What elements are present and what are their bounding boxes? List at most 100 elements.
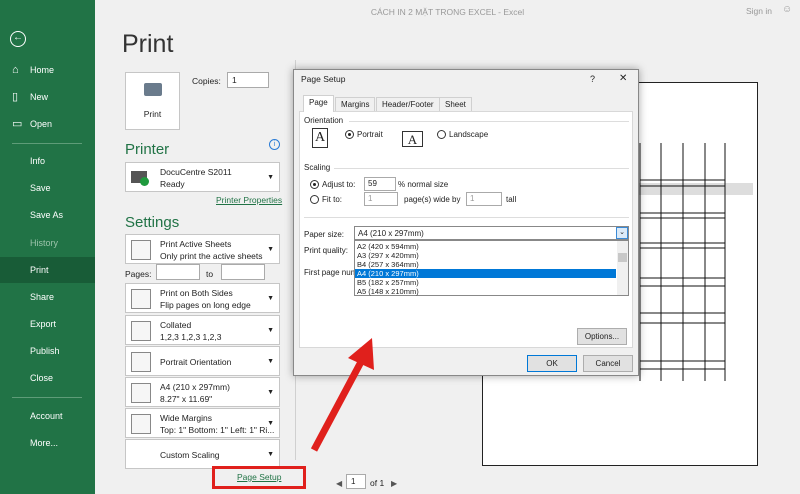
options-button[interactable]: Options...	[577, 328, 627, 345]
fit-wide-input[interactable]: 1	[364, 192, 398, 206]
collated-icon	[131, 321, 151, 341]
print-button[interactable]: Print	[125, 72, 180, 130]
printer-select[interactable]: DocuCentre S2011 Ready ▼	[125, 162, 280, 192]
next-page-icon[interactable]: ▶	[391, 479, 397, 488]
paper-size-select[interactable]: A4 (210 x 297mm) ⌄	[354, 226, 629, 240]
dropdown-title: Print Active Sheets	[160, 239, 232, 249]
back-arrow-icon[interactable]: ←	[10, 31, 26, 47]
dropdown-arrow-icon: ▼	[267, 327, 274, 334]
help-button[interactable]: ?	[590, 74, 595, 84]
copies-input[interactable]: 1	[227, 72, 269, 88]
pages-wide-label: page(s) wide by	[404, 195, 461, 204]
dropdown-subtitle: 1,2,3 1,2,3 1,2,3	[160, 332, 222, 342]
sidebar-item-new[interactable]: ▯ New	[0, 84, 95, 110]
sidebar-item-close[interactable]: Close	[0, 365, 95, 391]
sidebar-item-save[interactable]: Save	[0, 175, 95, 201]
paper-option[interactable]: B4 (257 x 364mm)	[355, 260, 616, 269]
dialog-title: Page Setup	[301, 74, 346, 84]
dropdown-subtitle: Only print the active sheets	[160, 251, 263, 261]
paper-size-select[interactable]: A4 (210 x 297mm) 8.27" x 11.69" ▼	[125, 377, 280, 407]
arrow-shaft	[310, 358, 366, 452]
adjust-to-label: Adjust to:	[322, 180, 356, 189]
printer-status: Ready	[160, 179, 185, 189]
sheets-icon	[131, 240, 151, 260]
backstage-sidebar: ← ⌂ Home ▯ New ▭ Open Info Save Save As His…	[0, 0, 95, 494]
scrollbar-thumb[interactable]	[618, 253, 627, 262]
pages-to-input[interactable]	[221, 264, 265, 280]
chevron-down-icon[interactable]: ⌄	[616, 227, 628, 239]
tab-margins[interactable]: Margins	[335, 97, 376, 111]
print-what-select[interactable]: Print Active Sheets Only print the active…	[125, 234, 280, 264]
landscape-icon: A	[402, 131, 423, 147]
sidebar-item-info[interactable]: Info	[0, 148, 95, 174]
tall-label: tall	[506, 195, 517, 204]
pages-from-input[interactable]	[156, 264, 200, 280]
sides-select[interactable]: Print on Both Sides Flip pages on long ed…	[125, 283, 280, 313]
sidebar-item-open[interactable]: ▭ Open	[0, 111, 95, 137]
sidebar-item-publish[interactable]: Publish	[0, 338, 95, 364]
tab-header-footer[interactable]: Header/Footer	[376, 97, 440, 111]
sidebar-item-more[interactable]: More...	[0, 430, 95, 456]
page-number-input[interactable]: 1	[346, 474, 366, 489]
paper-size-list[interactable]: A2 (420 x 594mm) A3 (297 x 420mm) B4 (25…	[354, 240, 629, 296]
orientation-select[interactable]: Portrait Orientation ▼	[125, 346, 280, 376]
sidebar-item-home[interactable]: ⌂ Home	[0, 57, 95, 83]
first-page-number-label: First page num	[304, 268, 358, 277]
dropdown-subtitle: Flip pages on long edge	[160, 300, 251, 310]
paper-option[interactable]: A5 (148 x 210mm)	[355, 287, 616, 296]
new-icon: ▯	[12, 91, 19, 103]
print-quality-label: Print quality:	[304, 246, 349, 255]
printer-heading: Printer	[125, 141, 170, 158]
printer-name: DocuCentre S2011	[160, 167, 232, 177]
dropdown-title: Wide Margins	[160, 413, 212, 423]
sidebar-item-export[interactable]: Export	[0, 311, 95, 337]
dropdown-arrow-icon: ▼	[267, 174, 274, 181]
portrait-radio[interactable]	[345, 130, 354, 139]
home-icon: ⌂	[12, 64, 19, 76]
sidebar-item-save-as[interactable]: Save As	[0, 202, 95, 228]
dropdown-title: Portrait Orientation	[160, 357, 232, 367]
paper-option-selected[interactable]: A4 (210 x 297mm)	[355, 269, 616, 278]
copies-label: Copies:	[192, 76, 221, 86]
fit-to-radio[interactable]	[310, 195, 319, 204]
paper-option[interactable]: A3 (297 x 420mm)	[355, 251, 616, 260]
sidebar-item-share[interactable]: Share	[0, 284, 95, 310]
copies-value: 1	[232, 75, 237, 85]
info-icon[interactable]: i	[269, 139, 280, 150]
adjust-to-input[interactable]: 59	[364, 177, 396, 191]
orientation-label: Orientation	[304, 116, 344, 125]
cancel-button[interactable]: Cancel	[583, 355, 633, 372]
printer-properties-link[interactable]: Printer Properties	[216, 195, 282, 205]
tab-page[interactable]: Page	[303, 95, 334, 112]
close-button[interactable]: ✕	[619, 73, 627, 84]
dropdown-title: Print on Both Sides	[160, 288, 233, 298]
paper-size-label: Paper size:	[304, 230, 345, 239]
list-scrollbar[interactable]	[617, 241, 628, 295]
dropdown-arrow-icon: ▼	[267, 389, 274, 396]
fit-wide-value: 1	[368, 194, 373, 203]
settings-heading: Settings	[125, 214, 180, 231]
fit-tall-input[interactable]: 1	[466, 192, 502, 206]
feedback-icon[interactable]: ☺	[782, 4, 792, 15]
paper-option[interactable]: A2 (420 x 594mm)	[355, 242, 616, 251]
paper-option[interactable]: B5 (182 x 257mm)	[355, 278, 616, 287]
ok-button[interactable]: OK	[527, 355, 577, 372]
sidebar-item-print[interactable]: Print	[0, 257, 95, 283]
scaling-select[interactable]: Custom Scaling ▼	[125, 439, 280, 469]
collation-select[interactable]: Collated 1,2,3 1,2,3 1,2,3 ▼	[125, 315, 280, 345]
dropdown-title: Collated	[160, 320, 192, 330]
dropdown-arrow-icon: ▼	[267, 358, 274, 365]
landscape-radio[interactable]	[437, 130, 446, 139]
prev-page-icon[interactable]: ◀	[336, 479, 342, 488]
margins-select[interactable]: Wide Margins Top: 1" Bottom: 1" Left: 1" …	[125, 408, 280, 438]
paper-size-value: A4 (210 x 297mm)	[358, 229, 424, 238]
open-icon: ▭	[12, 118, 23, 130]
sidebar-item-account[interactable]: Account	[0, 403, 95, 429]
tab-sheet[interactable]: Sheet	[439, 97, 472, 111]
sign-in-link[interactable]: Sign in	[746, 6, 772, 16]
portrait-label: Portrait	[357, 130, 383, 139]
portrait-page-icon	[131, 352, 151, 372]
annotation-arrow	[310, 338, 374, 452]
adjust-to-radio[interactable]	[310, 180, 319, 189]
fit-tall-value: 1	[470, 194, 475, 203]
